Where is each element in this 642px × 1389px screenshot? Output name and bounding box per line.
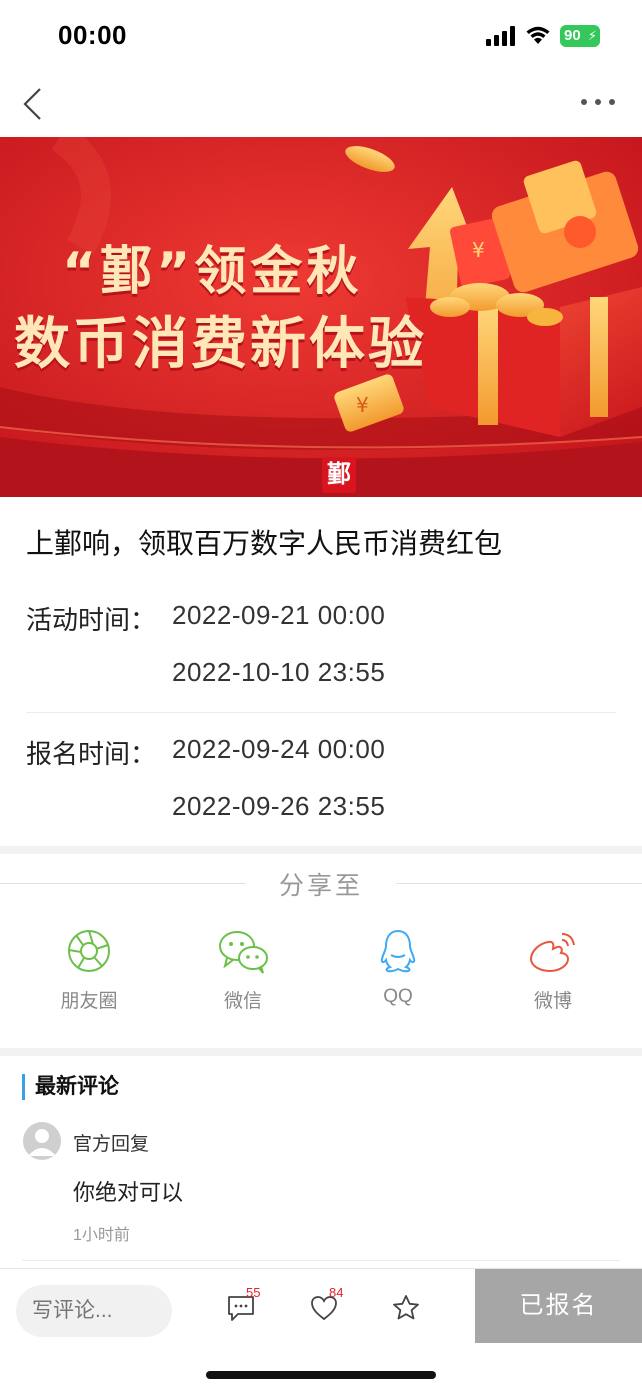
banner-subheadline: 数币消费新体验 <box>14 312 427 377</box>
more-icon[interactable] <box>578 94 618 110</box>
share-moments-label: 朋友圈 <box>60 991 118 1012</box>
share-qq-button[interactable]: QQ <box>338 928 458 1008</box>
activity-end-time: 2022-10-10 23:55 <box>172 657 386 687</box>
comments-header: 最新评论 <box>22 1074 119 1100</box>
back-icon[interactable] <box>20 86 46 122</box>
activity-banner[interactable]: ¥ ¥ “鄞”领金秋 数币消费新体验 鄞 <box>0 137 642 497</box>
like-count: 84 <box>329 1285 344 1300</box>
home-indicator <box>206 1371 436 1379</box>
activity-title: 上鄞响，领取百万数字人民币消费红包 <box>26 528 503 559</box>
charging-icon: ⚡ <box>587 28 597 43</box>
svg-text:¥: ¥ <box>472 238 485 262</box>
banner-headline: “鄞”领金秋 <box>62 242 363 302</box>
comment-time: 1小时前 <box>73 1227 130 1244</box>
section-separator <box>0 1048 642 1056</box>
share-weibo-button[interactable]: 微博 <box>493 928 613 1013</box>
user-avatar-icon <box>28 1129 56 1156</box>
signed-up-button[interactable]: 已报名 <box>475 1269 642 1343</box>
divider <box>22 1260 620 1261</box>
avatar[interactable] <box>23 1122 61 1160</box>
nav-bar <box>0 72 642 136</box>
favorite-button[interactable] <box>391 1293 425 1327</box>
moments-icon <box>68 930 110 972</box>
share-divider-right <box>396 883 642 884</box>
share-weibo-label: 微博 <box>533 991 572 1012</box>
battery-level: 90 <box>564 27 581 44</box>
comment-text: 你绝对可以 <box>73 1180 184 1205</box>
share-moments-button[interactable]: 朋友圈 <box>29 928 149 1013</box>
wifi-icon <box>526 26 550 44</box>
signup-time-label: 报名时间： <box>26 739 157 769</box>
status-bar: 00:00 90 ⚡ <box>0 0 642 72</box>
like-button[interactable]: 84 <box>309 1285 343 1327</box>
wechat-icon <box>219 931 268 974</box>
status-time: 00:00 <box>58 20 127 50</box>
comment-author[interactable]: 官方回复 <box>73 1129 149 1156</box>
signup-end-time: 2022-09-26 23:55 <box>172 791 386 821</box>
bottom-action-bar: 55 84 已报名 <box>0 1268 642 1389</box>
svg-text:¥: ¥ <box>356 393 369 417</box>
section-separator <box>0 846 642 854</box>
comments-button[interactable]: 55 <box>226 1285 260 1327</box>
qq-icon <box>380 929 416 973</box>
comment-input[interactable] <box>16 1285 172 1337</box>
share-title: 分享至 <box>278 872 363 900</box>
share-wechat-button[interactable]: 微信 <box>183 928 303 1013</box>
star-icon <box>393 1295 419 1320</box>
activity-start-time: 2022-09-21 00:00 <box>172 600 386 630</box>
activity-time-label: 活动时间： <box>26 605 157 635</box>
banner-logo: 鄞 <box>322 457 356 493</box>
share-qq-label: QQ <box>383 986 413 1007</box>
divider <box>26 712 616 713</box>
comment-count: 55 <box>246 1285 261 1300</box>
share-wechat-label: 微信 <box>223 991 262 1012</box>
weibo-icon <box>529 933 575 973</box>
signal-icon <box>486 26 515 46</box>
battery-indicator: 90 ⚡ <box>560 25 600 47</box>
signup-start-time: 2022-09-24 00:00 <box>172 734 386 764</box>
